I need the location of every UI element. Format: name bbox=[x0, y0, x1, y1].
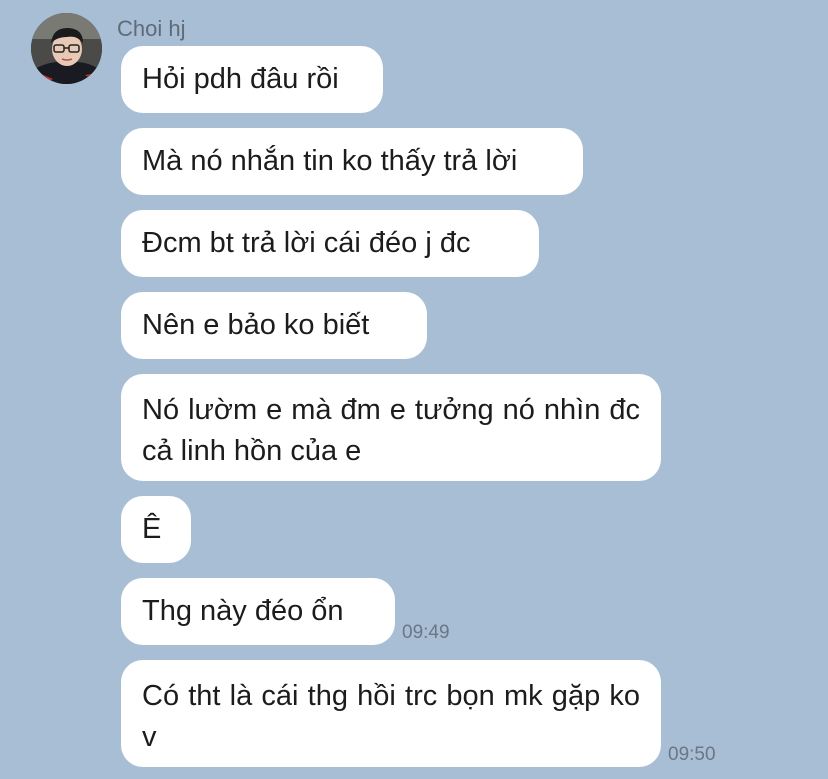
message-text: Thg này đéo ổn bbox=[142, 595, 344, 627]
message-text: Ê bbox=[142, 513, 162, 545]
message-bubble[interactable]: Có tht là cái thg hồi trc bọn mk gặp ko … bbox=[121, 660, 661, 767]
message-timestamp: 09:50 bbox=[668, 744, 716, 765]
message-text: Hỏi pdh đâu rồi bbox=[142, 63, 339, 95]
message-bubble[interactable]: Mà nó nhắn tin ko thấy trả lời bbox=[121, 128, 583, 195]
message-timestamp: 09:49 bbox=[402, 622, 450, 643]
message-bubble[interactable]: Hỏi pdh đâu rồi bbox=[121, 46, 383, 113]
message-text: Có tht là cái thg hồi trc bọn mk gặp ko … bbox=[142, 680, 640, 753]
message-bubble[interactable]: Đcm bt trả lời cái đéo j đc bbox=[121, 210, 539, 277]
message-text: Nên e bảo ko biết bbox=[142, 309, 370, 341]
message-text: Đcm bt trả lời cái đéo j đc bbox=[142, 227, 471, 259]
sender-name: Choi hj bbox=[117, 16, 186, 41]
message-text: Mà nó nhắn tin ko thấy trả lời bbox=[142, 145, 518, 177]
message-bubble[interactable]: Nên e bảo ko biết bbox=[121, 292, 427, 359]
message-text: Nó lườm e mà đm e tưởng nó nhìn đc cả li… bbox=[142, 394, 640, 467]
message-bubble[interactable]: Thg này đéo ổn bbox=[121, 578, 395, 645]
message-bubble[interactable]: Ê bbox=[121, 496, 191, 563]
avatar-photo bbox=[31, 13, 102, 84]
message-bubble[interactable]: Nó lườm e mà đm e tưởng nó nhìn đc cả li… bbox=[121, 374, 661, 481]
sender-avatar[interactable] bbox=[31, 13, 102, 84]
